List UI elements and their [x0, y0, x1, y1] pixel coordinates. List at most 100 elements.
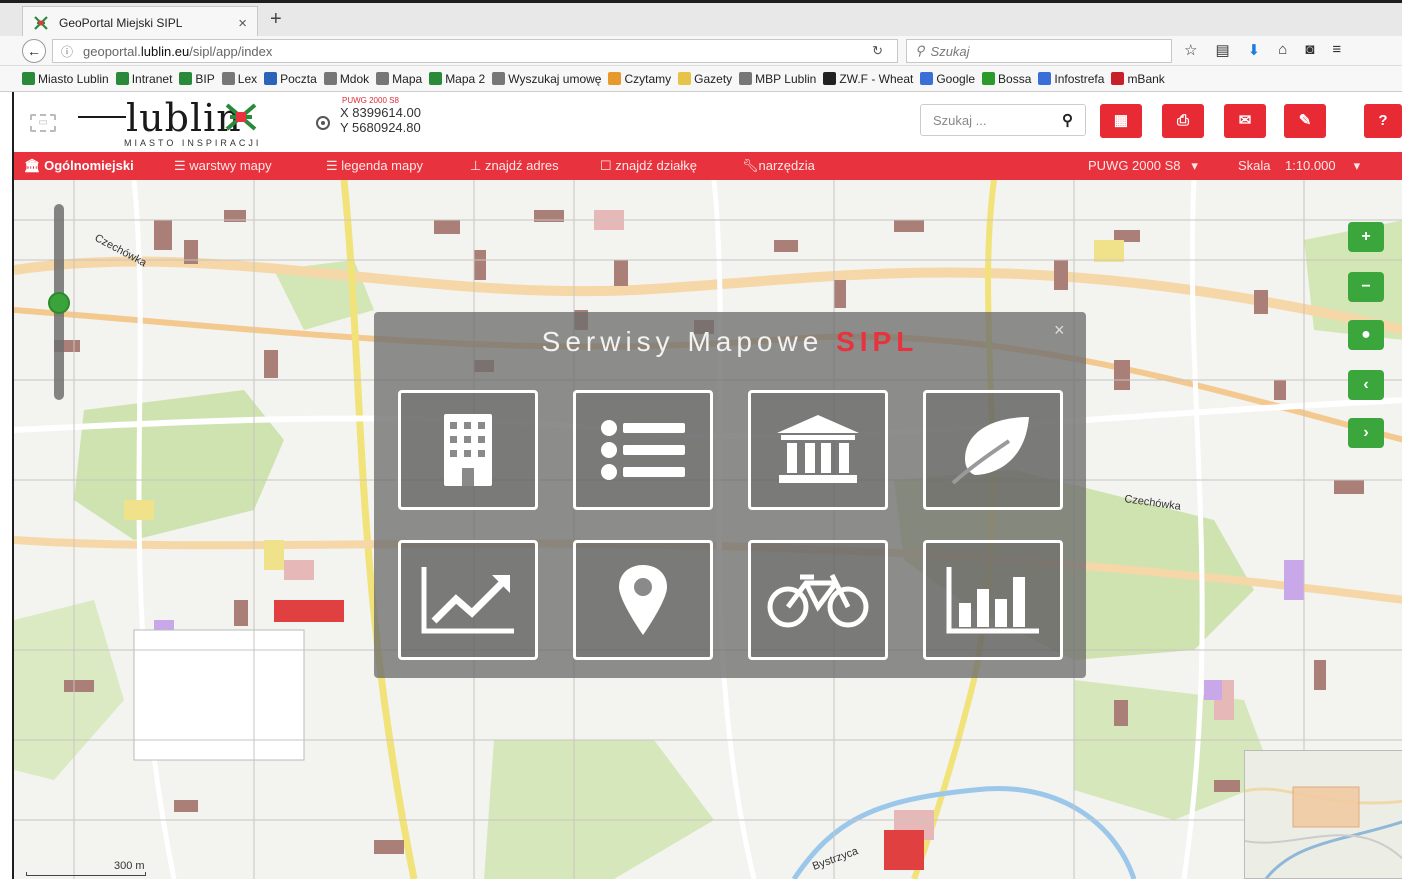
- bookmark-label: Czytamy: [624, 71, 672, 86]
- address-search-input[interactable]: Szukaj ... ⚲: [920, 104, 1086, 136]
- zoom-in-button[interactable]: +: [1348, 222, 1384, 252]
- address-bar[interactable]: ⓘ geoportal. lublin.eu/sipl/app/index ↻: [52, 39, 898, 63]
- overview-map[interactable]: [1244, 750, 1402, 879]
- mbank-icon: [1111, 72, 1125, 85]
- menu-find-address[interactable]: ⊥ znajdź adres: [470, 158, 559, 174]
- bookmark-item[interactable]: Bossa: [982, 72, 1031, 86]
- bookmark-item[interactable]: Gazety: [678, 72, 732, 86]
- pocket-icon[interactable]: ◙: [1305, 41, 1314, 59]
- bookmark-label: BIP: [195, 71, 215, 86]
- bookmark-item[interactable]: Mapa: [376, 72, 422, 86]
- zoom-slider-handle[interactable]: [48, 292, 70, 314]
- info-icon[interactable]: ⓘ: [61, 43, 73, 60]
- scale-label: Skala: [1238, 158, 1271, 173]
- service-buildings[interactable]: [398, 390, 538, 510]
- browser-search-placeholder: Szukaj: [930, 43, 970, 59]
- print-icon: ⎙: [1176, 112, 1189, 129]
- coordinate-readout: PUWG 2000 S8 X 8399614.00 Y 5680924.80: [316, 96, 421, 135]
- bank-icon: [777, 415, 859, 483]
- menu-general[interactable]: 🏛︎ Ogólnomiejski: [24, 158, 134, 174]
- bookmark-item[interactable]: Infostrefa: [1038, 72, 1104, 86]
- url-host: lublin.eu: [140, 43, 190, 59]
- bookmark-item[interactable]: MBP Lublin: [739, 72, 816, 86]
- print-button[interactable]: ⎙: [1162, 104, 1204, 138]
- menu-tools[interactable]: 🔧︎narzędzia: [742, 158, 815, 174]
- bookmark-label: Gazety: [694, 71, 733, 86]
- google-icon: [920, 72, 934, 85]
- edit-icon: ✎: [1298, 112, 1312, 129]
- close-tab-icon[interactable]: ×: [238, 15, 247, 32]
- list-icon: [601, 420, 685, 480]
- globe-icon: [739, 72, 753, 85]
- bookmark-label: Mapa: [392, 71, 423, 86]
- lublin-mark-icon: [225, 103, 257, 131]
- crs-selector[interactable]: PUWG 2000 S8 ▾: [1088, 158, 1198, 174]
- app-header: ▭ lublin MIASTO INSPIRACJI PUWG 2000 S8 …: [12, 92, 1402, 152]
- bookmark-label: Poczta: [280, 71, 317, 86]
- zoom-out-button[interactable]: −: [1348, 272, 1384, 302]
- browser-tab[interactable]: GeoPortal Miejski SIPL ×: [22, 6, 258, 39]
- reading-list-icon[interactable]: ▤: [1215, 41, 1229, 59]
- address-search-placeholder: Szukaj ...: [933, 112, 987, 128]
- bookmark-label: Bossa: [998, 71, 1032, 86]
- menu-legend[interactable]: ☰ legenda mapy: [326, 158, 423, 174]
- bookmark-item[interactable]: Wyszukaj umowę: [492, 72, 601, 86]
- scale-bar: 300 m: [26, 860, 156, 878]
- search-icon[interactable]: ⚲: [1062, 111, 1073, 129]
- bookmark-item[interactable]: Mapa 2: [429, 72, 485, 86]
- bookmark-item[interactable]: mBank: [1111, 72, 1165, 86]
- globe-button[interactable]: ●: [1348, 320, 1384, 350]
- service-institutions[interactable]: [748, 390, 888, 510]
- download-arrow-icon[interactable]: ⬇: [1248, 41, 1261, 59]
- service-trends[interactable]: [398, 540, 538, 660]
- help-button[interactable]: ?: [1364, 104, 1402, 138]
- z-mail-icon: [264, 72, 278, 85]
- home-icon[interactable]: ⌂: [1278, 41, 1287, 59]
- globe-icon: [323, 72, 337, 85]
- fullscreen-icon[interactable]: ▭: [30, 114, 56, 132]
- bank-icon: 🏛︎: [24, 158, 45, 173]
- modal-title: Serwisy Mapowe SIPL: [374, 326, 1086, 358]
- prev-extent-button[interactable]: ‹: [1348, 370, 1384, 400]
- lublin-mark-icon: [22, 72, 35, 85]
- grid-menu-button[interactable]: ▦: [1100, 104, 1142, 138]
- edit-button[interactable]: ✎: [1284, 104, 1326, 138]
- bookmark-item[interactable]: Lex: [221, 71, 258, 86]
- service-environment[interactable]: [923, 390, 1063, 510]
- services-modal: Serwisy Mapowe SIPL ×: [374, 312, 1086, 678]
- chevron-down-icon: ▾: [1180, 158, 1198, 173]
- bookmark-label: Miasto Lublin: [38, 71, 109, 86]
- overview-map-image: [1245, 751, 1402, 878]
- bookmark-item[interactable]: BIP: [179, 71, 215, 86]
- reload-icon[interactable]: ↻: [872, 43, 883, 59]
- service-places[interactable]: [573, 540, 713, 660]
- map-canvas[interactable]: Czechówka Czechówka Bystrzyca + − ● ‹ › 300 …: [12, 180, 1402, 879]
- bookmark-item[interactable]: Poczta: [264, 72, 317, 86]
- new-tab-icon[interactable]: +: [270, 8, 282, 31]
- back-arrow-icon[interactable]: ←: [22, 39, 46, 63]
- bookmark-item[interactable]: Czytamy: [608, 72, 671, 86]
- service-list[interactable]: [573, 390, 713, 510]
- scale-selector[interactable]: Skala 1:10.000 ▾: [1238, 158, 1360, 174]
- bookmark-item[interactable]: Miasto Lublin: [22, 72, 109, 86]
- browser-tab-strip: GeoPortal Miejski SIPL × +: [0, 0, 1402, 39]
- bookmark-item[interactable]: Google: [920, 72, 975, 86]
- bookmark-item[interactable]: Intranet: [115, 72, 172, 86]
- mail-button[interactable]: ✉: [1224, 104, 1266, 138]
- bookmark-item[interactable]: ZW.F - Wheat: [823, 72, 913, 86]
- service-bikes[interactable]: [748, 540, 888, 660]
- bookmark-label: Mapa 2: [445, 71, 486, 86]
- service-statistics[interactable]: [923, 540, 1063, 660]
- menu-find-parcel[interactable]: ☐ znajdź działkę: [600, 158, 697, 174]
- lublin-logo[interactable]: lublin MIASTO INSPIRACJI: [78, 96, 278, 150]
- bookmark-star-icon[interactable]: ☆: [1184, 41, 1197, 59]
- menu-layers[interactable]: ☰ warstwy mapy: [174, 158, 272, 174]
- bookmark-label: Lex: [237, 71, 258, 86]
- hamburger-menu-icon[interactable]: ≡: [1332, 41, 1341, 59]
- book-stack-icon: [608, 72, 622, 85]
- next-extent-button[interactable]: ›: [1348, 418, 1384, 448]
- browser-search-field[interactable]: ⚲ Szukaj: [906, 39, 1172, 63]
- building-icon: [444, 414, 492, 486]
- bookmark-item[interactable]: Mdok: [323, 72, 369, 86]
- close-icon[interactable]: ×: [1054, 320, 1065, 341]
